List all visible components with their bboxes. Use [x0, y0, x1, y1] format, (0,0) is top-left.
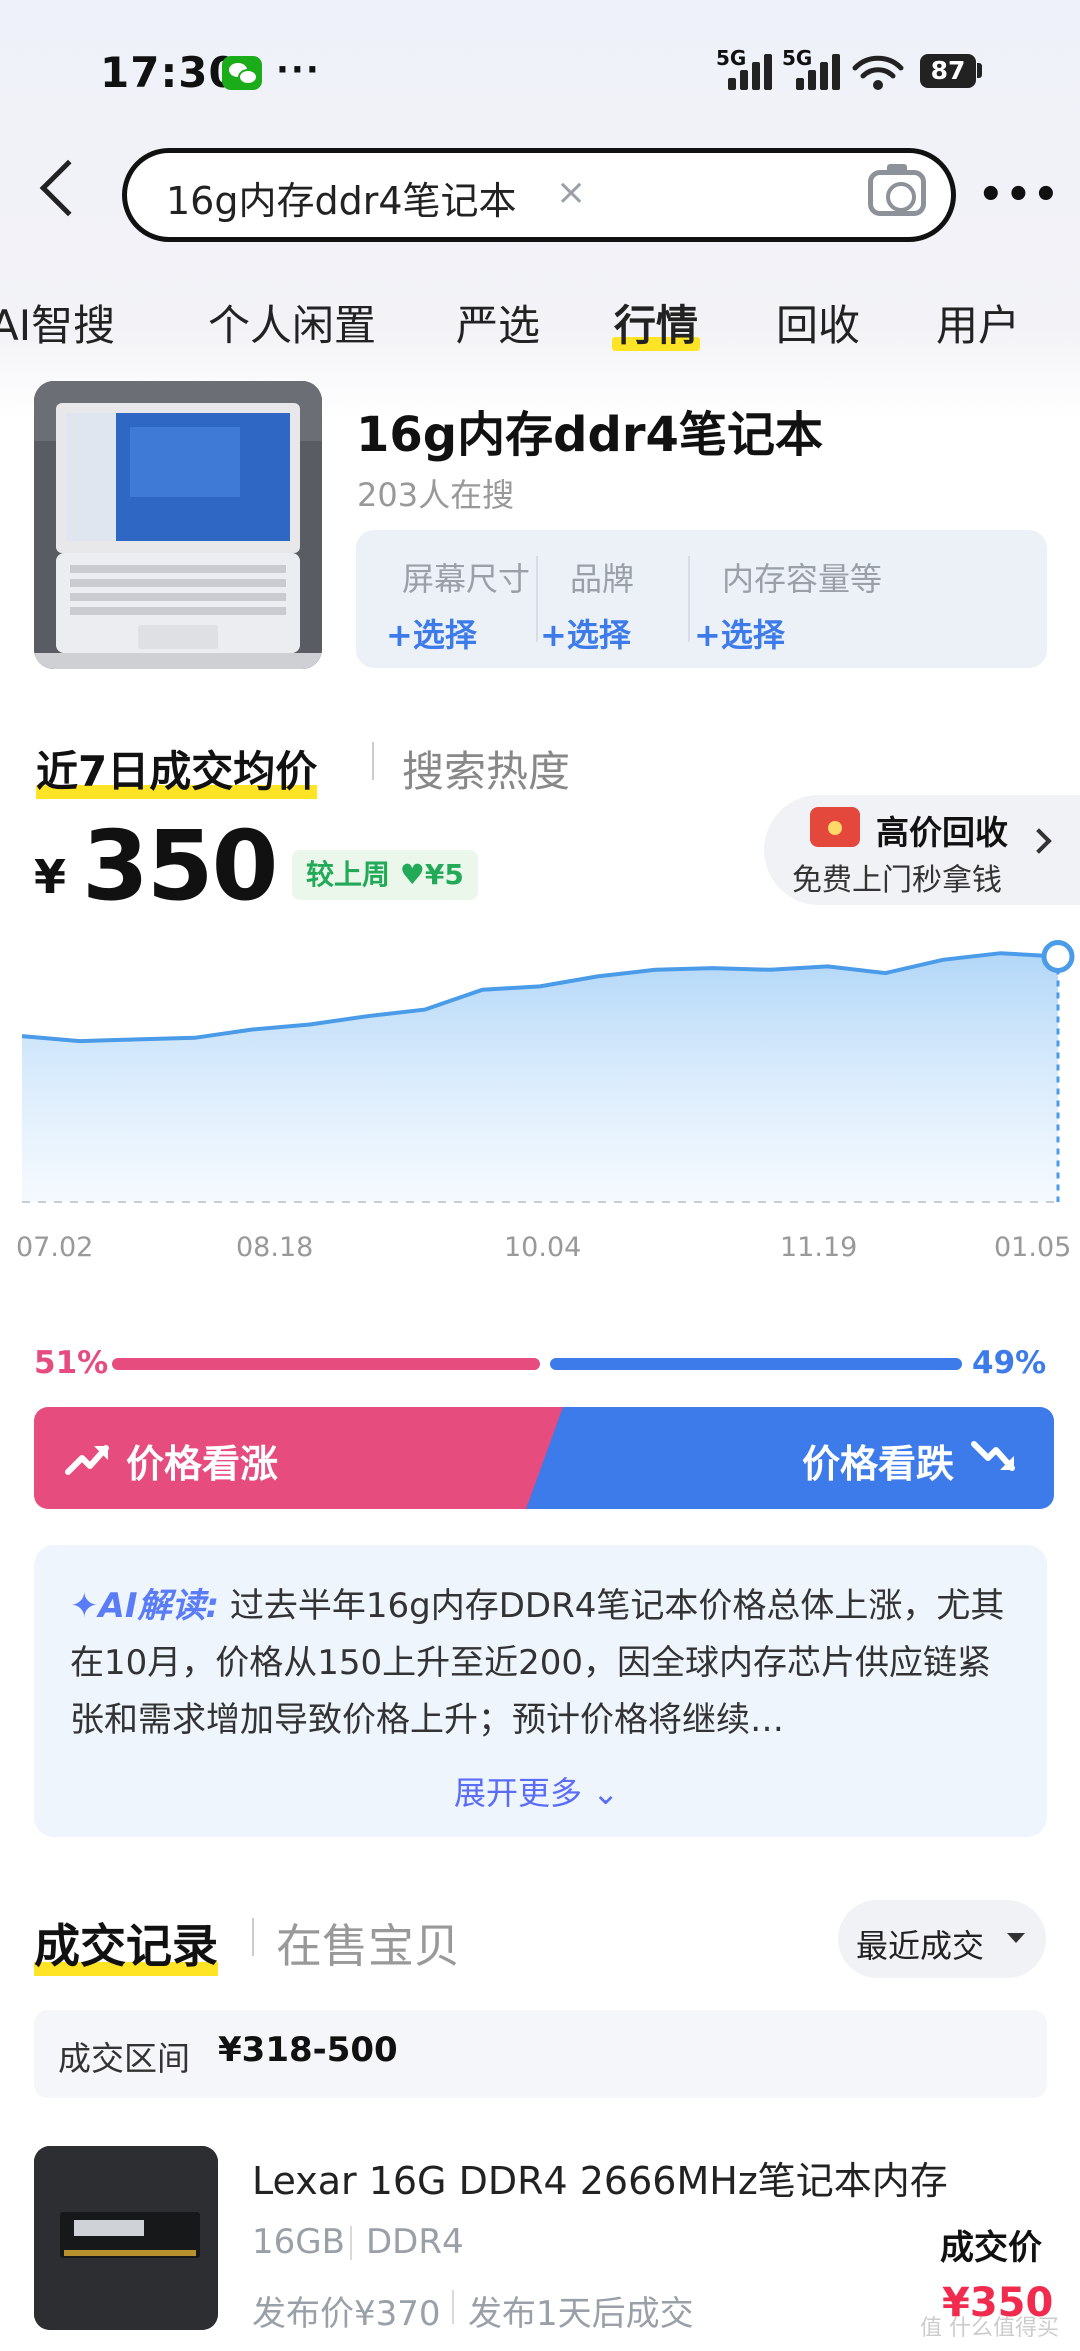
- clear-search-icon[interactable]: ×: [556, 172, 586, 213]
- records-tab-active[interactable]: 成交记录: [34, 1910, 218, 1976]
- record-item-list-price: 发布价¥370: [252, 2294, 441, 2334]
- sort-label: 最近成交: [856, 1927, 985, 1965]
- record-item-type: DDR4: [366, 2222, 464, 2262]
- tab-recycle[interactable]: 回收: [776, 292, 860, 353]
- wechat-icon: [222, 56, 262, 90]
- signal-icon: [728, 54, 774, 90]
- filter-brand-label: 品牌: [570, 560, 635, 598]
- record-item-image[interactable]: [34, 2146, 218, 2330]
- more-menu-icon[interactable]: •••: [978, 172, 1061, 218]
- x-tick-label: 11.19: [780, 1232, 858, 1263]
- search-input[interactable]: 16g内存ddr4笔记本: [166, 170, 517, 225]
- price-tab-active[interactable]: 近7日成交均价: [36, 738, 318, 799]
- fall-percentage: 49%: [972, 1345, 1047, 1381]
- price-trend-chart[interactable]: [0, 900, 1080, 1230]
- trend-up-icon: [65, 1445, 109, 1475]
- spec-divider: [350, 2226, 352, 2260]
- red-envelope-icon: [810, 807, 860, 847]
- meta-divider: [452, 2290, 454, 2324]
- laptop-photo: [34, 381, 322, 669]
- rise-bar: [112, 1358, 540, 1370]
- battery-tip: [977, 63, 982, 78]
- currency-symbol: ¥: [34, 850, 67, 904]
- x-tick-label: 10.04: [504, 1232, 582, 1263]
- product-title: 16g内存ddr4笔记本: [356, 407, 823, 463]
- price-fall-label: 价格看跌: [802, 1442, 955, 1486]
- tab-users[interactable]: 用户: [936, 292, 1020, 353]
- record-item-title[interactable]: Lexar 16G DDR4 2666MHz笔记本内存: [252, 2150, 948, 2205]
- signal-icon-2: [796, 54, 842, 90]
- back-arrow-icon[interactable]: [39, 159, 97, 217]
- wifi-icon: [852, 55, 904, 90]
- x-tick-label: 01.05: [994, 1232, 1072, 1263]
- price-rise-label: 价格看涨: [126, 1442, 279, 1486]
- tab-market[interactable]: 行情: [612, 292, 701, 353]
- ai-summary-text: ✦AI解读: 过去半年16g内存DDR4笔记本价格总体上涨，尤其在10月，价格从…: [70, 1578, 1010, 1749]
- more-notifications-icon: ···: [276, 50, 321, 90]
- chevron-down-icon: ⌄: [592, 1774, 619, 1812]
- caret-down-icon: [1007, 1933, 1025, 1943]
- deal-price-label: 成交价: [940, 2228, 1042, 2268]
- x-tick-label: 08.18: [236, 1232, 314, 1263]
- records-tab-label: 成交记录: [34, 1919, 218, 1973]
- filter-brand-select[interactable]: +选择: [540, 610, 631, 656]
- filter-divider: [688, 556, 690, 642]
- record-item-capacity: 16GB: [252, 2222, 345, 2262]
- rise-percentage: 51%: [34, 1345, 109, 1381]
- tab-market-label: 行情: [614, 301, 699, 350]
- filter-divider: [536, 556, 538, 642]
- battery-indicator: 87: [920, 54, 976, 88]
- search-heat-tab[interactable]: 搜索热度: [402, 738, 570, 799]
- filter-screen-size-select[interactable]: +选择: [386, 610, 477, 656]
- price-tab-label: 近7日成交均价: [36, 747, 318, 796]
- fall-bar: [550, 1358, 962, 1370]
- chart-area: [22, 953, 1058, 1202]
- filter-memory-label: 内存容量等: [722, 560, 883, 598]
- ram-module-photo: [34, 2146, 218, 2330]
- watermark-logo: 值 什么值得买: [920, 2316, 1059, 2341]
- status-time: 17:30: [100, 48, 239, 97]
- tab-divider: [252, 1918, 254, 1956]
- filter-screen-size-label: 屏幕尺寸: [402, 560, 531, 598]
- tab-ai-search[interactable]: AI智搜: [0, 292, 115, 353]
- tab-selected[interactable]: 严选: [456, 292, 540, 353]
- on-sale-tab[interactable]: 在售宝贝: [276, 1910, 460, 1976]
- chart-current-point[interactable]: [1041, 939, 1075, 973]
- filter-memory-select[interactable]: +选择: [694, 610, 785, 656]
- product-thumbnail[interactable]: [34, 381, 322, 669]
- recycle-subtitle: 免费上门秒拿钱: [792, 863, 1002, 898]
- tab-personal-idle[interactable]: 个人闲置: [208, 292, 376, 353]
- search-count: 203人在搜: [357, 476, 515, 514]
- camera-icon[interactable]: [868, 164, 926, 216]
- trend-down-icon: [971, 1441, 1015, 1471]
- tab-divider: [372, 742, 374, 780]
- recycle-title: 高价回收: [876, 813, 1008, 852]
- x-tick-label: 07.02: [16, 1232, 94, 1263]
- price-range-value: ¥318-500: [218, 2030, 398, 2070]
- filter-panel: 屏幕尺寸 +选择 品牌 +选择 内存容量等 +选择: [356, 530, 1047, 668]
- expand-more-button[interactable]: 展开更多 ⌄: [454, 1768, 619, 1814]
- ai-summary-label: ✦AI解读:: [70, 1586, 220, 1626]
- price-range-label: 成交区间: [58, 2039, 190, 2078]
- weekly-change-badge: 较上周 ♥¥5: [292, 850, 478, 900]
- expand-more-label: 展开更多: [454, 1774, 583, 1812]
- record-item-sold-after: 发布1天后成交: [468, 2294, 694, 2334]
